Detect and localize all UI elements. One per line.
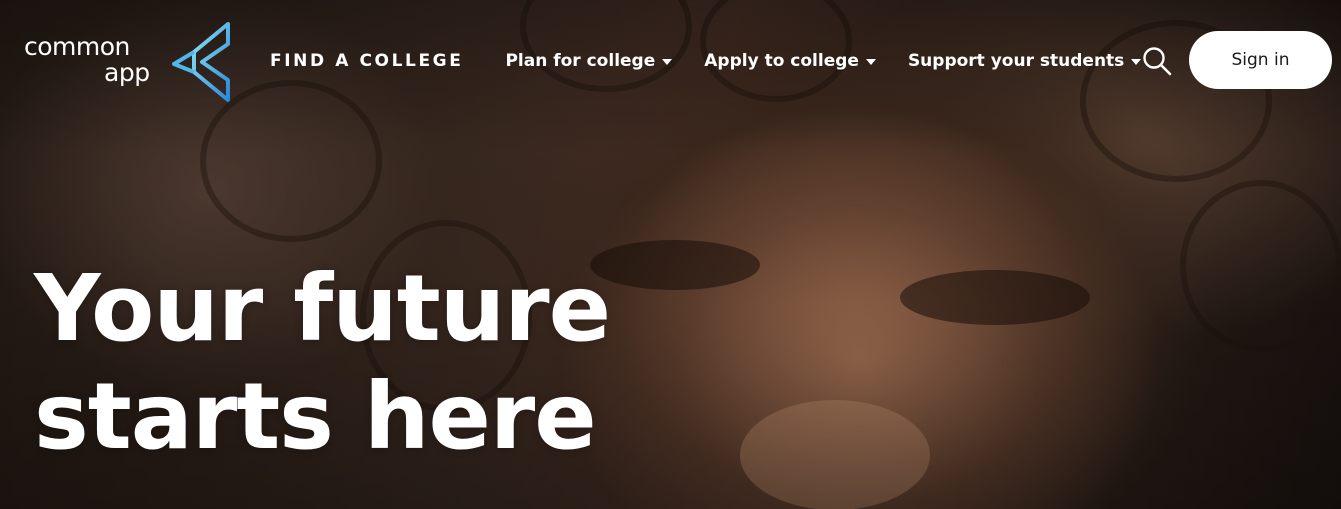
sign-in-button[interactable]: Sign in [1189, 31, 1332, 89]
hero-headline: Your future starts here [34, 255, 611, 471]
logo-text-line1: common [24, 32, 130, 61]
caret-down-icon [662, 59, 673, 65]
nav-item-label: Support your students [907, 51, 1125, 71]
search-button[interactable] [1138, 42, 1176, 80]
caret-down-icon [865, 59, 876, 65]
hero-headline-line2: starts here [34, 363, 597, 470]
hero-headline-line1: Your future [34, 255, 611, 362]
nav-item-label: Plan for college [505, 51, 656, 71]
nav-find-a-college[interactable]: FIND A COLLEGE [270, 51, 463, 71]
site-header: common app FIND A COLLEGE Plan for colle… [0, 0, 1341, 120]
home-logo-link[interactable]: common app [24, 20, 234, 104]
logo-wordmark: common app [24, 34, 150, 86]
nav-item-apply-to-college[interactable]: Apply to college [704, 51, 876, 71]
nav-item-label: Apply to college [704, 51, 859, 71]
main-nav: FIND A COLLEGE Plan for college Apply to… [270, 42, 1142, 80]
common-app-logo-mark-icon [172, 22, 230, 102]
logo-text-line2: app [104, 58, 150, 87]
nav-item-plan-for-college[interactable]: Plan for college [505, 51, 673, 71]
nav-item-support-your-students[interactable]: Support your students [907, 51, 1142, 71]
search-icon [1143, 47, 1172, 76]
